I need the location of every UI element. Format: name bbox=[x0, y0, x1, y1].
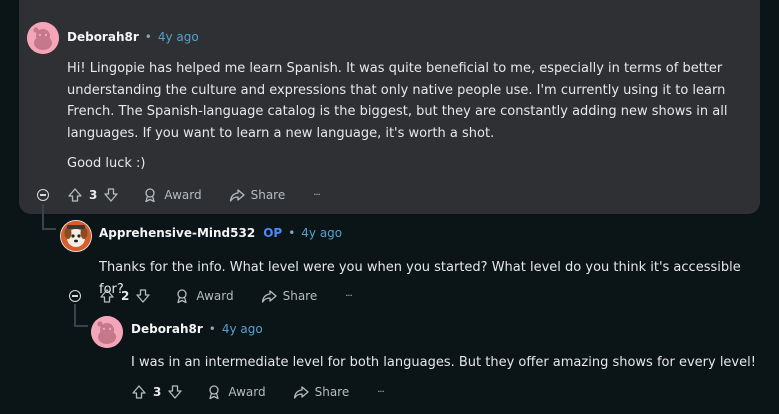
share-label: Share bbox=[282, 289, 318, 303]
vote-group: 2 bbox=[99, 288, 151, 304]
timestamp[interactable]: 4y ago bbox=[222, 322, 263, 336]
award-label: Award bbox=[196, 289, 234, 303]
more-options-button[interactable]: ··· bbox=[377, 387, 384, 398]
meta-separator: • bbox=[144, 30, 152, 44]
avatar[interactable] bbox=[27, 22, 59, 54]
comment-meta: Deborah8r • 4y ago bbox=[131, 322, 263, 336]
award-button[interactable]: Award bbox=[206, 384, 266, 400]
thread-connector bbox=[42, 228, 56, 230]
award-icon bbox=[209, 385, 220, 400]
downvote-arrow-icon[interactable] bbox=[103, 187, 119, 203]
vote-count: 3 bbox=[153, 385, 162, 399]
vote-count: 3 bbox=[89, 188, 98, 202]
op-badge: OP bbox=[263, 226, 283, 240]
award-icon bbox=[145, 188, 156, 203]
thread-line[interactable] bbox=[42, 204, 44, 228]
comment-body: Good luck :) bbox=[67, 156, 146, 171]
timestamp[interactable]: 4y ago bbox=[158, 30, 199, 44]
username-link[interactable]: Apprehensive-Mind532 bbox=[99, 226, 255, 240]
vote-count: 2 bbox=[121, 289, 130, 303]
upvote-arrow-icon[interactable] bbox=[67, 187, 83, 203]
more-options-button[interactable]: ··· bbox=[345, 291, 352, 302]
comment-body: I was in an intermediate level for both … bbox=[131, 355, 756, 370]
downvote-arrow-icon[interactable] bbox=[167, 384, 183, 400]
share-arrow-icon bbox=[261, 290, 277, 303]
collapse-thread-icon[interactable] bbox=[37, 189, 49, 201]
upvote-arrow-icon[interactable] bbox=[99, 288, 115, 304]
award-label: Award bbox=[164, 188, 202, 202]
snoo-avatar-icon bbox=[91, 316, 123, 348]
downvote-arrow-icon[interactable] bbox=[135, 288, 151, 304]
share-button[interactable]: Share bbox=[261, 288, 318, 304]
comment-meta: Apprehensive-Mind532 OP • 4y ago bbox=[99, 226, 342, 240]
timestamp[interactable]: 4y ago bbox=[301, 226, 342, 240]
share-label: Share bbox=[250, 188, 286, 202]
comment-actions: 3 Award Share ··· bbox=[67, 186, 321, 204]
award-icon bbox=[177, 289, 188, 304]
award-label: Award bbox=[228, 385, 266, 399]
share-button[interactable]: Share bbox=[229, 187, 286, 203]
meta-separator: • bbox=[288, 226, 296, 240]
vote-group: 3 bbox=[67, 187, 119, 203]
share-button[interactable]: Share bbox=[293, 384, 350, 400]
comment-actions: 3 Award Share ··· bbox=[131, 383, 385, 401]
username-link[interactable]: Deborah8r bbox=[67, 30, 139, 44]
snoo-avatar-icon bbox=[27, 22, 59, 54]
comment-body: Hi! Lingopie has helped me learn Spanish… bbox=[67, 61, 728, 141]
username-link[interactable]: Deborah8r bbox=[131, 322, 203, 336]
more-options-button[interactable]: ··· bbox=[313, 190, 320, 201]
collapse-thread-icon[interactable] bbox=[69, 290, 81, 302]
avatar[interactable] bbox=[91, 316, 123, 348]
share-arrow-icon bbox=[293, 386, 309, 399]
upvote-arrow-icon[interactable] bbox=[131, 384, 147, 400]
thread-connector bbox=[74, 325, 88, 327]
share-label: Share bbox=[314, 385, 350, 399]
vote-group: 3 bbox=[131, 384, 183, 400]
comment-actions: 2 Award Share ··· bbox=[99, 287, 353, 305]
award-button[interactable]: Award bbox=[174, 288, 234, 304]
avatar[interactable] bbox=[60, 220, 92, 252]
meta-separator: • bbox=[208, 322, 216, 336]
share-arrow-icon bbox=[229, 189, 245, 202]
dog-avatar-icon bbox=[61, 221, 91, 251]
award-button[interactable]: Award bbox=[142, 187, 202, 203]
thread-line[interactable] bbox=[74, 304, 76, 326]
comment-meta: Deborah8r • 4y ago bbox=[67, 30, 199, 44]
